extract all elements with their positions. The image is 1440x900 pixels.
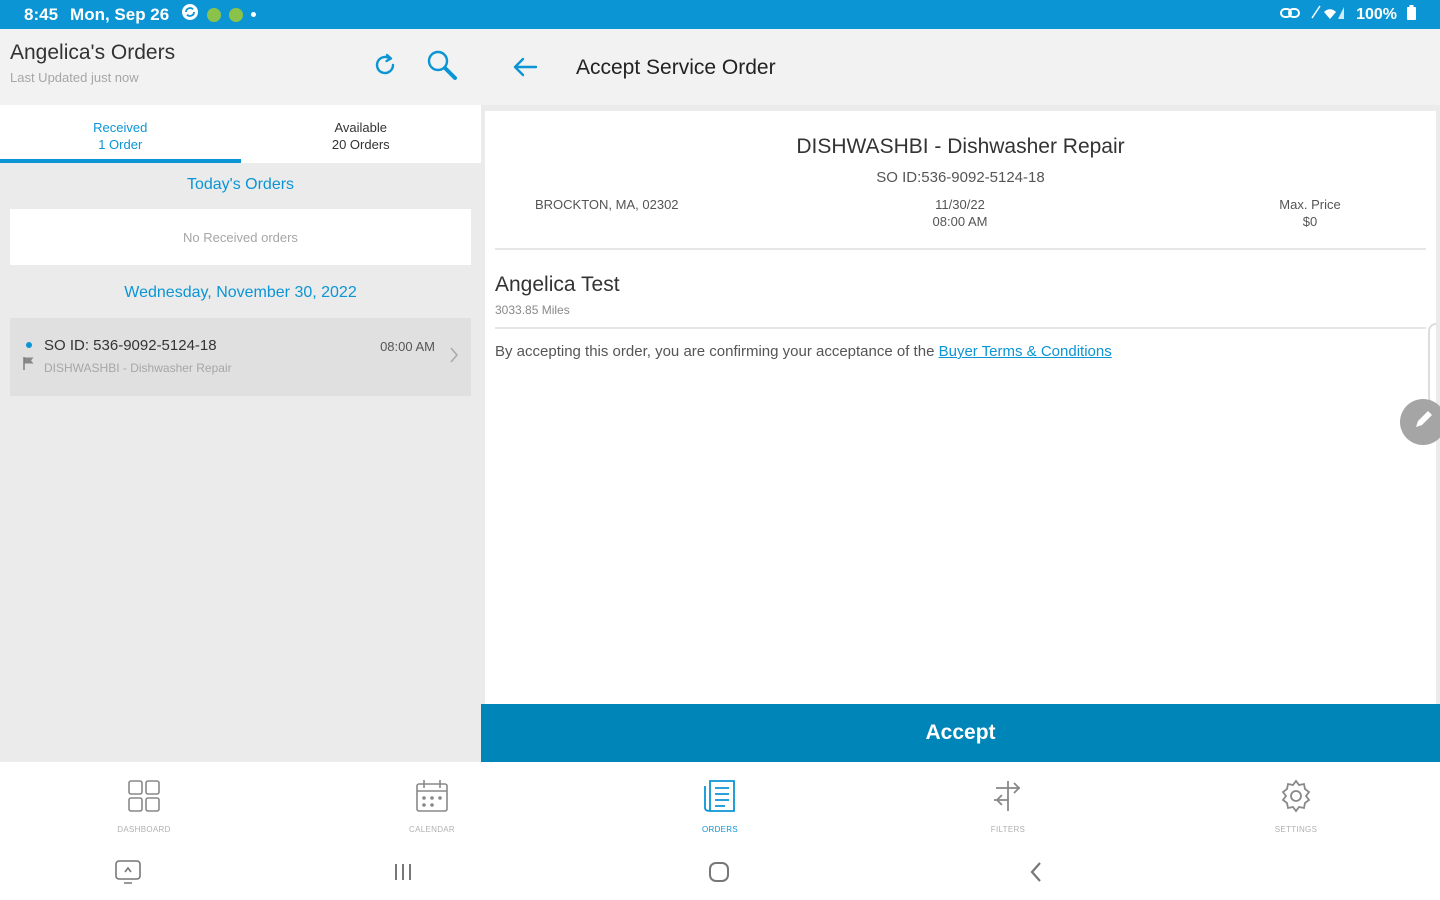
more-notifications-icon: [251, 12, 257, 17]
unread-dot-icon: [26, 342, 32, 348]
nav-settings[interactable]: SETTINGS: [1152, 762, 1440, 848]
todays-orders-heading: Today's Orders: [186, 176, 295, 193]
sync-notification-icon: [181, 3, 199, 26]
android-notification-icon: [229, 7, 244, 22]
orders-header: Angelica's Orders Last Updated just now: [0, 29, 481, 105]
order-date: 11/30/22: [935, 197, 985, 212]
terms-statement: By accepting this order, you are confirm…: [495, 343, 935, 360]
system-navigation: [0, 848, 1440, 900]
search-icon: [425, 48, 459, 87]
detail-title: Accept Service Order: [576, 56, 776, 79]
tab-received[interactable]: Received 1 Order: [0, 105, 241, 163]
max-price: Max. Price $0: [1255, 196, 1365, 230]
settings-icon: [1278, 778, 1314, 819]
link-icon: [1280, 6, 1301, 24]
tab-available-label: Available: [334, 120, 388, 135]
drawer-handle[interactable]: [1428, 323, 1436, 405]
calendar-icon: [414, 778, 450, 819]
order-time: 08:00 AM: [380, 339, 435, 354]
assistant-button[interactable]: [113, 859, 143, 889]
tab-available-count: 20 Orders: [331, 137, 390, 152]
arrow-left-icon: [512, 56, 538, 83]
order-id: SO ID: 536-9092-5124-18: [44, 337, 217, 354]
accept-button[interactable]: Accept: [481, 704, 1440, 762]
screen-assistant-icon: [115, 859, 141, 889]
service-order-card: DISHWASHBI - Dishwasher Repair SO ID:536…: [485, 111, 1436, 704]
service-title: DISHWASHBI - Dishwasher Repair: [796, 135, 1125, 158]
status-right: 100%: [1280, 4, 1416, 25]
notification-icons: [181, 3, 257, 26]
flag-icon: [23, 356, 35, 375]
orders-icon: [702, 778, 738, 819]
nav-filters[interactable]: FILTERS: [864, 762, 1152, 848]
status-date: Mon, Sep 26: [70, 4, 170, 24]
order-time-detail: 08:00 AM: [932, 214, 988, 229]
search-button[interactable]: [424, 49, 460, 85]
terms-text: By accepting this order, you are confirm…: [495, 343, 1112, 360]
max-price-value: $0: [1302, 214, 1318, 229]
orders-list-pane: Angelica's Orders Last Updated just now …: [0, 29, 481, 762]
wifi-icon: [1310, 4, 1346, 25]
recent-apps-button[interactable]: [388, 860, 418, 888]
order-tabs: Received 1 Order Available 20 Orders: [0, 105, 481, 163]
refresh-button[interactable]: [367, 49, 403, 85]
order-meta: BROCKTON, MA, 02302 11/30/22 08:00 AM Ma…: [485, 186, 1436, 236]
back-button[interactable]: [507, 51, 543, 87]
order-location: BROCKTON, MA, 02302: [535, 197, 679, 212]
detail-header: Accept Service Order: [481, 29, 1440, 105]
nav-dashboard-label: DASHBOARD: [117, 825, 171, 834]
buyer-terms-link[interactable]: Buyer Terms & Conditions: [939, 343, 1112, 360]
list-item[interactable]: SO ID: 536-9092-5124-18 DISHWASHBI - Dis…: [10, 318, 471, 396]
filters-icon: [990, 778, 1026, 819]
order-detail-pane: Accept Service Order DISHWASHBI - Dishwa…: [481, 29, 1440, 762]
nav-settings-label: SETTINGS: [1274, 825, 1318, 834]
nav-calendar-label: CALENDAR: [409, 825, 455, 834]
home-icon: [707, 860, 731, 889]
bottom-navigation: DASHBOARD CALENDAR ORDERS FILTERS SETTIN…: [0, 762, 1440, 848]
nav-calendar[interactable]: CALENDAR: [288, 762, 576, 848]
recent-apps-icon: [392, 862, 414, 887]
order-description: DISHWASHBI - Dishwasher Repair: [44, 361, 232, 375]
divider: [495, 327, 1426, 329]
pencil-icon: [1412, 409, 1434, 436]
battery-icon: [1407, 4, 1416, 25]
nav-orders-label: ORDERS: [701, 825, 739, 834]
tab-available[interactable]: Available 20 Orders: [241, 105, 482, 163]
chevron-right-icon: [449, 346, 459, 369]
app-notification-icon: [207, 7, 222, 22]
order-schedule: 11/30/22 08:00 AM: [905, 196, 1015, 230]
edit-button[interactable]: [1400, 399, 1440, 445]
customer-name: Angelica Test: [495, 273, 620, 296]
status-time: 8:45: [24, 4, 59, 24]
status-bar: 8:45 Mon, Sep 26 100%: [0, 0, 1440, 29]
divider: [495, 248, 1426, 250]
nav-dashboard[interactable]: DASHBOARD: [0, 762, 288, 848]
dashboard-icon: [126, 778, 162, 819]
battery-level: 100%: [1356, 5, 1397, 23]
customer-distance: 3033.85 Miles: [495, 303, 570, 317]
max-price-label: Max. Price: [1279, 197, 1341, 212]
nav-orders[interactable]: ORDERS: [576, 762, 864, 848]
empty-orders-message: No Received orders: [10, 209, 471, 265]
home-button[interactable]: [704, 860, 734, 888]
refresh-icon: [370, 50, 400, 85]
service-id: SO ID:536-9092-5124-18: [876, 169, 1045, 186]
tab-received-label: Received: [93, 120, 148, 135]
chevron-left-icon: [1029, 861, 1043, 888]
system-back-button[interactable]: [1021, 860, 1051, 888]
date-heading: Wednesday, November 30, 2022: [124, 284, 357, 301]
nav-filters-label: FILTERS: [990, 825, 1026, 834]
tab-received-count: 1 Order: [98, 137, 143, 152]
